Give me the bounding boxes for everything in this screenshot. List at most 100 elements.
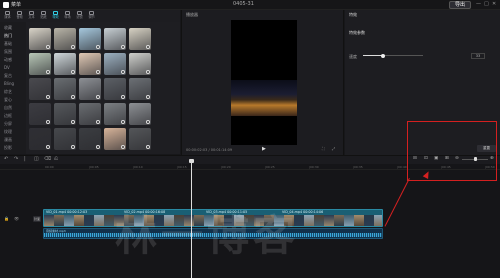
tool-6[interactable]: 滤镜 [74, 10, 85, 22]
tool-0[interactable]: 媒体 [2, 10, 13, 22]
fullscreen-icon[interactable]: ⛶ [322, 146, 325, 151]
tool-label: 滤镜 [76, 15, 83, 19]
menu-button[interactable]: 菜单 [11, 1, 21, 8]
download-icon[interactable] [96, 120, 100, 124]
download-icon[interactable] [46, 45, 50, 49]
sidebar-item-5[interactable]: DV [4, 65, 10, 70]
slider-knob[interactable] [380, 53, 385, 58]
effect-thumbnail[interactable] [29, 128, 51, 150]
tool-7[interactable]: 调节 [86, 10, 97, 22]
download-icon[interactable] [121, 145, 125, 149]
minimize-icon[interactable]: — [476, 1, 481, 7]
freeze-icon[interactable]: ◫ [34, 156, 39, 162]
download-icon[interactable] [71, 120, 75, 124]
sidebar-item-4[interactable]: 动感 [4, 57, 12, 63]
sidebar-item-14[interactable]: 漫画 [4, 137, 12, 143]
download-icon[interactable] [146, 95, 150, 99]
download-icon[interactable] [71, 95, 75, 99]
cover-button[interactable]: 封面 [33, 216, 41, 222]
sidebar-item-11[interactable]: 边框 [4, 113, 12, 119]
sidebar-item-7[interactable]: Bling [4, 81, 14, 86]
speed-value-input[interactable]: 33 [471, 53, 485, 59]
effect-thumbnail[interactable] [79, 103, 101, 125]
close-icon[interactable]: ✕ [492, 1, 496, 7]
download-icon[interactable] [96, 70, 100, 74]
download-icon[interactable] [46, 95, 50, 99]
hide-track-icon[interactable]: 👁 [14, 216, 19, 221]
effect-thumbnail[interactable] [29, 28, 51, 50]
effect-thumbnail[interactable] [29, 53, 51, 75]
sidebar-item-8[interactable]: 综艺 [4, 89, 12, 95]
effect-thumbnail[interactable] [129, 103, 151, 125]
download-icon[interactable] [121, 45, 125, 49]
download-icon[interactable] [121, 70, 125, 74]
player-panel: 播放器 00:00:02:03 / 00:01:14:09 ▶ ⛶ ⤢ [181, 10, 344, 155]
sidebar-item-6[interactable]: 复古 [4, 73, 12, 79]
tool-2[interactable]: 文本 [26, 10, 37, 22]
current-time: 00:00:02:03 / 00:01:14:09 [186, 148, 233, 152]
sidebar-item-0[interactable]: 收藏 [4, 25, 12, 31]
redo-icon[interactable]: ↷ [14, 156, 18, 162]
effect-thumbnail[interactable] [129, 128, 151, 150]
speed-slider[interactable] [363, 53, 423, 58]
playhead-handle[interactable] [189, 159, 194, 163]
tool-3[interactable]: 贴纸 [38, 10, 49, 22]
split-icon[interactable]: | [24, 156, 26, 162]
tool-5[interactable]: 转场 [62, 10, 73, 22]
download-icon[interactable] [46, 145, 50, 149]
sidebar-item-1[interactable]: 热门 [4, 33, 12, 39]
effect-thumbnail[interactable] [104, 103, 126, 125]
effect-thumbnail[interactable] [104, 128, 126, 150]
tool-4[interactable]: 特效 [50, 10, 61, 22]
download-icon[interactable] [96, 95, 100, 99]
effect-thumbnail[interactable] [54, 103, 76, 125]
download-icon[interactable] [146, 45, 150, 49]
effect-thumbnail[interactable] [79, 128, 101, 150]
effect-thumbnail[interactable] [104, 53, 126, 75]
undo-icon[interactable]: ↶ [4, 156, 8, 162]
effect-thumbnail[interactable] [104, 28, 126, 50]
sidebar-item-2[interactable]: 基础 [4, 41, 12, 47]
download-icon[interactable] [146, 120, 150, 124]
download-icon[interactable] [71, 70, 75, 74]
effect-thumbnail[interactable] [29, 103, 51, 125]
download-icon[interactable] [146, 145, 150, 149]
effect-thumbnail[interactable] [129, 28, 151, 50]
download-icon[interactable] [96, 45, 100, 49]
download-icon[interactable] [46, 120, 50, 124]
lock-track-icon[interactable]: 🔒 [4, 216, 9, 221]
effect-thumbnail[interactable] [54, 128, 76, 150]
delete-icon[interactable]: ⌫ [44, 156, 51, 162]
download-icon[interactable] [96, 145, 100, 149]
effect-thumbnail[interactable] [79, 53, 101, 75]
effect-thumbnail[interactable] [104, 78, 126, 100]
sidebar-item-3[interactable]: 氛围 [4, 49, 12, 55]
export-button[interactable]: 导出 [449, 1, 471, 9]
tool-1[interactable]: 音频 [14, 10, 25, 22]
download-icon[interactable] [46, 70, 50, 74]
effect-thumbnail[interactable] [79, 78, 101, 100]
reverse-icon[interactable]: ⎌ [54, 156, 58, 162]
maximize-icon[interactable]: □ [484, 1, 489, 7]
effect-thumbnail[interactable] [54, 53, 76, 75]
tool-label: 音频 [16, 15, 23, 19]
download-icon[interactable] [121, 95, 125, 99]
tab-effect[interactable]: 特效 [349, 12, 357, 18]
sidebar-item-12[interactable]: 分屏 [4, 121, 12, 127]
download-icon[interactable] [71, 45, 75, 49]
play-button[interactable]: ▶ [262, 146, 266, 152]
download-icon[interactable] [121, 120, 125, 124]
sidebar-item-15[interactable]: 投影 [4, 145, 12, 151]
sidebar-item-10[interactable]: 自然 [4, 105, 12, 111]
effect-thumbnail[interactable] [129, 53, 151, 75]
effect-thumbnail[interactable] [79, 28, 101, 50]
download-icon[interactable] [71, 145, 75, 149]
effect-thumbnail[interactable] [54, 28, 76, 50]
ratio-icon[interactable]: ⤢ [332, 146, 335, 151]
effect-thumbnail[interactable] [54, 78, 76, 100]
effect-thumbnail[interactable] [29, 78, 51, 100]
sidebar-item-13[interactable]: 纹理 [4, 129, 12, 135]
download-icon[interactable] [146, 70, 150, 74]
effect-thumbnail[interactable] [129, 78, 151, 100]
sidebar-item-9[interactable]: 爱心 [4, 97, 12, 103]
